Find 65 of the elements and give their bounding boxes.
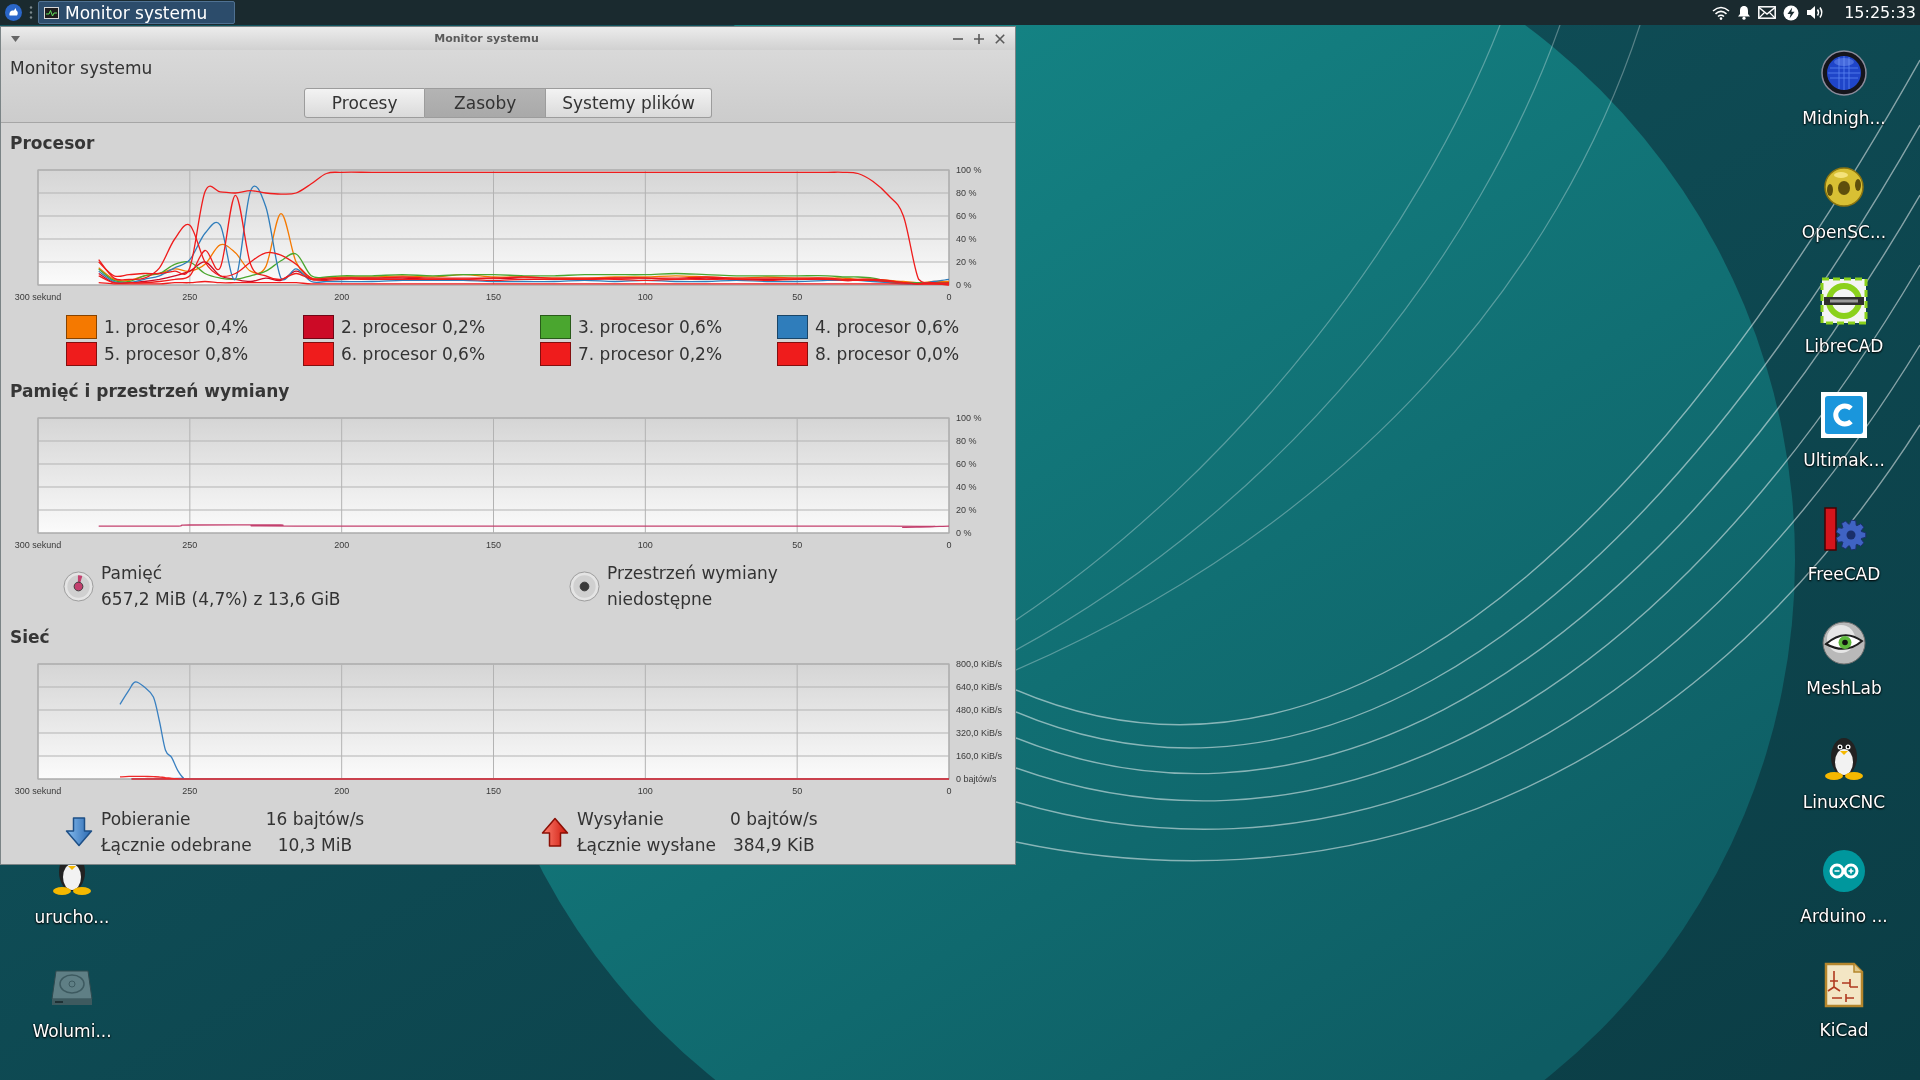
stat-label: Przestrzeń wymiany	[607, 562, 778, 585]
stat-value: 16 bajtów/s	[265, 808, 365, 831]
legend-label: 7. procesor 0,2%	[578, 343, 723, 366]
axis-tick-label: 640,0 KiB/s	[956, 681, 1003, 692]
axis-tick-label: 80 %	[956, 188, 977, 198]
clock: 15:25:33	[1844, 3, 1916, 22]
axis-tick-label: 150	[486, 292, 501, 302]
legend-label: 4. procesor 0,6%	[815, 316, 960, 339]
stat-label: Łącznie odebrane	[101, 834, 252, 857]
axis-tick-label: 200	[334, 785, 350, 796]
stat-label: Wysyłanie	[577, 808, 665, 831]
axis-tick-label: 100	[637, 785, 653, 796]
legend-label: 2. procesor 0,2%	[341, 316, 486, 339]
axis-tick-label: 40 %	[956, 481, 977, 492]
axis-tick-label: 0	[946, 785, 952, 796]
section-heading: Pamięć i przestrzeń wymiany	[10, 379, 290, 402]
stat-label: Łącznie wysłane	[577, 834, 716, 857]
legend-label: 8. procesor 0,0%	[815, 343, 960, 366]
axis-tick-label: 160,0 KiB/s	[956, 750, 1003, 761]
legend-label: 5. procesor 0,8%	[104, 343, 249, 366]
stat-value: niedostępne	[607, 588, 713, 611]
legend-label: 1. procesor 0,4%	[104, 316, 249, 339]
axis-tick-label: 300 sekund	[14, 292, 62, 302]
axis-tick-label: 0 %	[956, 280, 972, 290]
axis-tick-label: 50	[792, 292, 803, 302]
axis-tick-label: 50	[792, 539, 803, 550]
axis-tick-label: 250	[182, 292, 198, 302]
axis-tick-label: 300 sekund	[14, 539, 62, 550]
section-heading: Sieć	[10, 625, 50, 648]
axis-tick-label: 0	[946, 539, 952, 550]
stat-value: 657,2 MiB (4,7%) z 13,6 GiB	[101, 588, 341, 611]
stat-value: 0 bajtów/s	[729, 808, 818, 831]
axis-tick-label: 80 %	[956, 435, 977, 446]
axis-tick-label: 100 %	[956, 165, 982, 175]
axis-tick-label: 320,0 KiB/s	[956, 727, 1003, 738]
stat-value: 384,9 KiB	[732, 834, 815, 857]
axis-tick-label: 200	[334, 539, 350, 550]
window-title: Monitor systemu	[434, 32, 539, 45]
axis-tick-label: 480,0 KiB/s	[956, 704, 1003, 715]
axis-tick-label: 60 %	[956, 458, 977, 469]
axis-tick-label: 100	[637, 292, 653, 302]
axis-tick-label: 300 sekund	[14, 785, 62, 796]
axis-tick-label: 50	[792, 785, 803, 796]
axis-tick-label: 20 %	[956, 504, 977, 515]
legend-label: 6. procesor 0,6%	[341, 343, 486, 366]
app-title: Monitor systemu	[10, 57, 153, 79]
axis-tick-label: 20 %	[956, 257, 977, 267]
axis-tick-label: 250	[182, 785, 198, 796]
section-heading: Procesor	[10, 132, 95, 154]
axis-tick-label: 150	[486, 785, 501, 796]
stat-label: Pamięć	[101, 562, 162, 585]
stat-value: 10,3 MiB	[277, 834, 353, 857]
axis-tick-label: 150	[486, 539, 501, 550]
axis-tick-label: 250	[182, 539, 198, 550]
axis-tick-label: 0 bajtów/s	[956, 773, 997, 784]
axis-tick-label: 800,0 KiB/s	[956, 658, 1003, 669]
axis-tick-label: 100 %	[956, 412, 982, 423]
axis-tick-label: 200	[334, 292, 350, 302]
axis-tick-label: 60 %	[956, 211, 977, 221]
stat-label: Pobieranie	[101, 808, 192, 831]
axis-tick-label: 0	[946, 292, 952, 302]
axis-tick-label: 0 %	[956, 527, 972, 538]
axis-tick-label: 100	[637, 539, 653, 550]
legend-label: 3. procesor 0,6%	[578, 316, 723, 339]
axis-tick-label: 40 %	[956, 234, 977, 244]
